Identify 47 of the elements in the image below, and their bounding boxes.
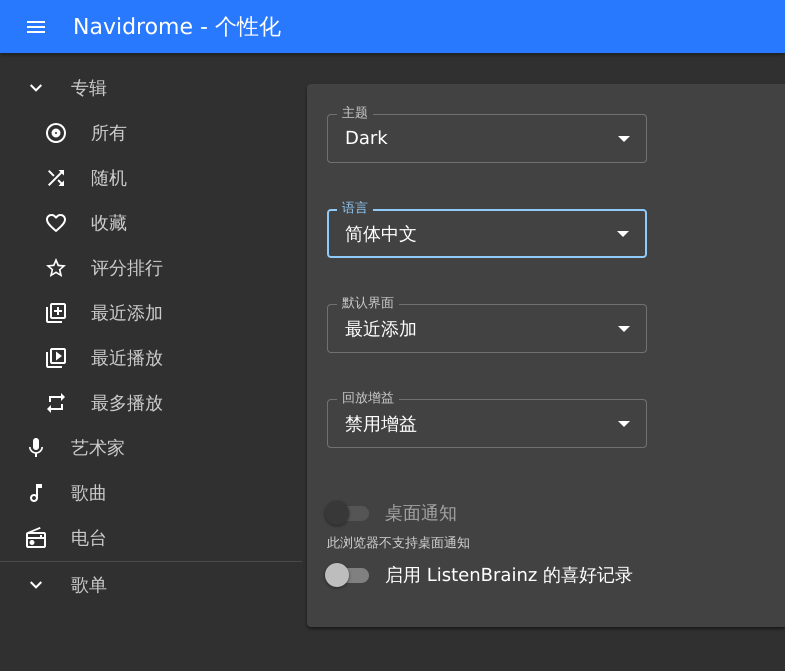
field-label: 默认界面	[337, 296, 399, 312]
sidebar-label: 评分排行	[91, 256, 163, 280]
sidebar-item[interactable]: 随机	[0, 155, 302, 200]
sidebar-item[interactable]: 歌曲	[0, 470, 302, 515]
sidebar-label: 收藏	[91, 212, 127, 234]
caret-icon	[618, 420, 630, 426]
app-title: Navidrome - 个性化	[73, 14, 281, 42]
field-label: 回放增益	[337, 391, 399, 407]
sidebar-label: 所有	[91, 122, 127, 144]
caret-icon	[617, 230, 629, 236]
sidebar-label: 最近播放	[91, 346, 163, 370]
sidebar-item[interactable]: 最近添加	[0, 290, 302, 335]
sidebar-item[interactable]: 歌单	[0, 562, 302, 607]
helper-text: 此浏览器不支持桌面通知	[327, 535, 471, 552]
sidebar-label: 艺术家	[71, 436, 125, 460]
library-play-icon	[44, 346, 68, 370]
toggle-switch[interactable]	[325, 563, 371, 587]
toggle-label: 启用 ListenBrainz 的喜好记录	[385, 564, 634, 587]
sidebar-label: 歌单	[71, 574, 107, 596]
toggle-label: 桌面通知	[385, 502, 457, 525]
field-label: 语言	[337, 201, 373, 217]
caret-icon	[618, 136, 630, 142]
chevron-down-icon	[30, 84, 42, 92]
sidebar-item[interactable]: 最近播放	[0, 335, 302, 380]
caret-icon	[618, 326, 630, 332]
sidebar-label: 专辑	[71, 76, 107, 100]
sidebar-item[interactable]: 评分排行	[0, 245, 302, 290]
sidebar-label: 电台	[71, 526, 107, 550]
sidebar-label: 最近添加	[91, 302, 163, 324]
sidebar-item[interactable]: 收藏	[0, 200, 302, 245]
field-value: 简体中文	[345, 222, 418, 246]
field-value: 禁用增益	[345, 412, 418, 436]
library-add-icon	[44, 300, 68, 324]
radio-icon	[24, 526, 48, 550]
field-value: Dark	[345, 128, 389, 149]
sidebar-item[interactable]: 艺术家	[0, 425, 302, 470]
sidebar-item[interactable]: 专辑	[0, 65, 302, 110]
sidebar-label: 随机	[91, 166, 127, 190]
field-label: 主题	[337, 106, 373, 122]
field-value: 最近添加	[345, 318, 418, 340]
sidebar-item[interactable]: 所有	[0, 110, 302, 155]
sidebar-item[interactable]: 电台	[0, 515, 302, 560]
sidebar-label: 最多播放	[91, 392, 163, 414]
sidebar-item[interactable]: 最多播放	[0, 380, 302, 425]
sidebar-label: 歌曲	[71, 482, 107, 504]
chevron-down-icon	[30, 580, 42, 588]
star-outline-icon	[44, 256, 68, 280]
